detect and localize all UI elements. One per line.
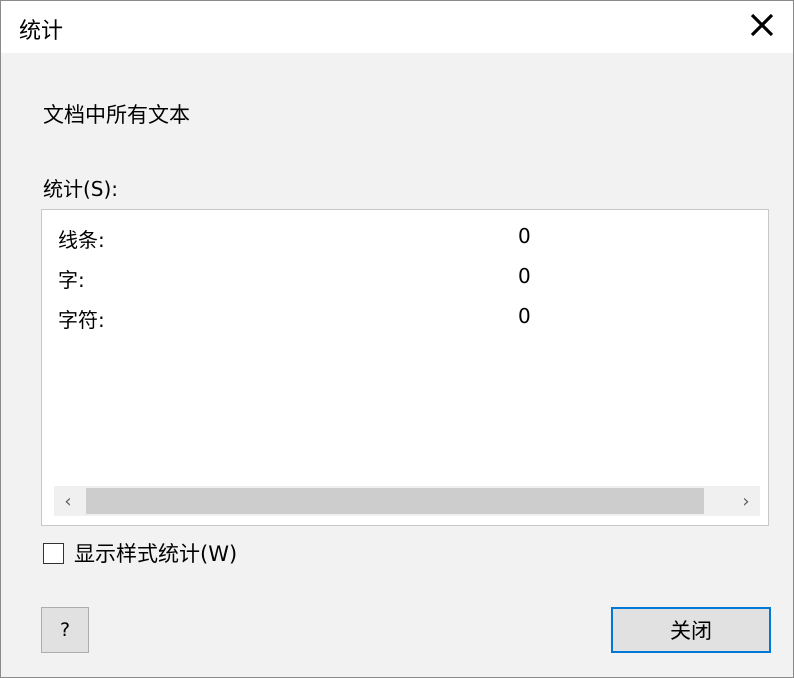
scope-text: 文档中所有文本 — [43, 103, 190, 127]
chevron-left-icon[interactable]: ‹ — [54, 486, 82, 516]
list-item: 线条: 0 — [58, 224, 758, 260]
dialog-title: 统计 — [19, 19, 64, 44]
stat-value: 0 — [518, 304, 531, 328]
stat-name: 线条: — [58, 228, 105, 252]
statistics-dialog: 统计 文档中所有文本 统计(S): 线条: 0 字: 0 字符: 0 ‹ › 显 — [0, 0, 794, 678]
show-style-stats-option[interactable]: 显示样式统计(W) — [43, 537, 237, 569]
stats-listbox[interactable]: 线条: 0 字: 0 字符: 0 ‹ › — [41, 209, 769, 526]
stats-label: 统计(S): — [43, 177, 119, 201]
stat-value: 0 — [518, 224, 531, 248]
stat-name: 字符: — [58, 308, 105, 332]
horizontal-scrollbar[interactable]: ‹ › — [54, 486, 760, 516]
scrollbar-thumb[interactable] — [86, 488, 704, 514]
title-bar: 统计 — [1, 1, 793, 53]
list-item: 字: 0 — [58, 264, 758, 300]
close-button[interactable]: 关闭 — [611, 607, 771, 653]
show-style-stats-label[interactable]: 显示样式统计(W) — [74, 538, 237, 568]
list-item: 字符: 0 — [58, 304, 758, 340]
help-button[interactable]: ? — [41, 607, 89, 653]
close-icon[interactable] — [739, 3, 785, 47]
show-style-stats-checkbox[interactable] — [43, 542, 64, 564]
chevron-right-icon[interactable]: › — [732, 486, 760, 516]
stat-value: 0 — [518, 264, 531, 288]
stat-name: 字: — [58, 268, 85, 292]
